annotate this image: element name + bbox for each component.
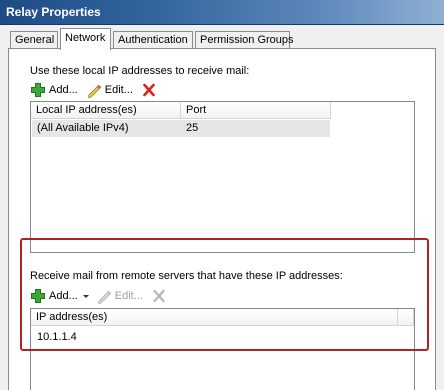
red-x-icon: [141, 82, 157, 98]
pencil-icon: [96, 288, 112, 305]
green-plus-icon: [30, 288, 46, 304]
column-header-port[interactable]: Port: [181, 102, 331, 119]
remote-remove-button[interactable]: [151, 288, 167, 304]
tab-strip: General Network Authentication Permissio…: [0, 25, 444, 50]
local-remove-button[interactable]: [141, 82, 157, 98]
local-edit-button[interactable]: Edit...: [86, 82, 133, 99]
green-plus-icon: [30, 82, 46, 98]
network-tab-panel: Use these local IP addresses to receive …: [8, 48, 436, 390]
column-header-local-ip-label: Local IP address(es): [36, 104, 137, 116]
tab-network[interactable]: Network: [60, 28, 111, 50]
properties-dialog: General Network Authentication Permissio…: [0, 25, 444, 390]
remote-edit-button[interactable]: Edit...: [96, 288, 143, 305]
column-header-ip-label: IP address(es): [36, 311, 108, 323]
pencil-icon: [86, 82, 102, 99]
tab-general-label: General: [15, 34, 55, 46]
remote-address-list[interactable]: IP address(es) 10.1.1.4: [30, 308, 415, 390]
remote-edit-label: Edit...: [114, 290, 143, 302]
red-x-icon: [151, 288, 167, 304]
column-header-local-ip[interactable]: Local IP address(es): [31, 102, 181, 119]
tab-general[interactable]: General: [10, 31, 58, 49]
tab-authentication-label: Authentication: [118, 34, 188, 46]
window-title: Relay Properties: [6, 5, 101, 19]
local-add-button[interactable]: Add...: [30, 82, 78, 98]
local-add-label: Add...: [49, 84, 78, 96]
title-bar[interactable]: Relay Properties: [0, 0, 444, 25]
tab-permission-groups[interactable]: Permission Groups: [195, 31, 294, 49]
remote-toolbar: Add... Edit...: [30, 287, 175, 305]
dropdown-arrow-icon: [82, 288, 90, 304]
remote-add-button[interactable]: Add...: [30, 288, 78, 304]
tab-authentication[interactable]: Authentication: [113, 31, 193, 49]
table-row[interactable]: 10.1.1.4: [32, 329, 332, 346]
column-header-filler: [398, 309, 414, 326]
tab-network-label: Network: [65, 32, 106, 44]
port-cell: 25: [186, 122, 199, 134]
remote-ip-cell: 10.1.1.4: [37, 331, 77, 343]
local-ip-cell: (All Available IPv4): [37, 122, 129, 134]
column-header-ip[interactable]: IP address(es): [31, 309, 398, 326]
local-list-header: Local IP address(es) Port: [31, 102, 331, 119]
column-header-port-label: Port: [186, 104, 207, 116]
table-row[interactable]: (All Available IPv4) 25: [32, 120, 330, 137]
remote-addresses-caption: Receive mail from remote servers that ha…: [30, 270, 343, 282]
tab-permission-groups-label: Permission Groups: [200, 34, 294, 46]
remote-add-label: Add...: [49, 290, 78, 302]
local-edit-label: Edit...: [104, 84, 133, 96]
remote-list-header: IP address(es): [31, 309, 414, 326]
local-toolbar: Add... Edit...: [30, 81, 165, 99]
local-address-list[interactable]: Local IP address(es) Port (All Available…: [30, 101, 415, 253]
remote-add-dropdown[interactable]: [82, 288, 90, 304]
local-addresses-caption: Use these local IP addresses to receive …: [30, 65, 250, 77]
